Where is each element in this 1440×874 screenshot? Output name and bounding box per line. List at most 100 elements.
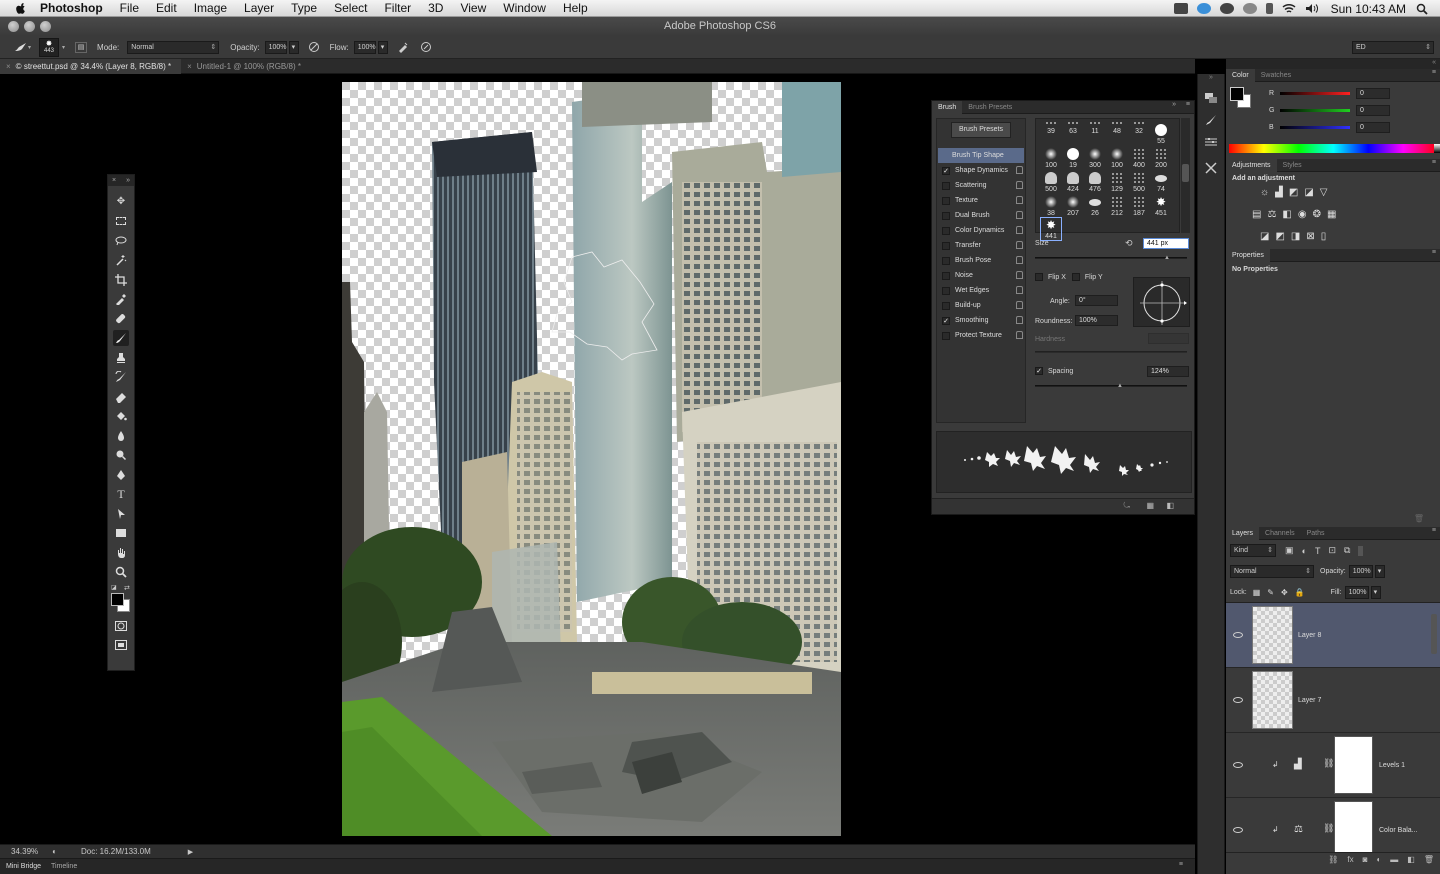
layer-style-icon[interactable]: fx — [1347, 855, 1353, 864]
brush-tip[interactable]: 26 — [1084, 193, 1106, 217]
menubar-clock[interactable]: Sun 10:43 AM — [1331, 2, 1406, 16]
spacing-slider-thumb[interactable]: ▲ — [1117, 383, 1123, 389]
layer-row-layer-7[interactable]: Layer 7 — [1226, 668, 1440, 733]
path-selection-tool-icon[interactable] — [113, 506, 129, 522]
status-menu-arrow[interactable]: ▶ — [188, 848, 193, 856]
airbrush-icon[interactable] — [396, 40, 410, 54]
document-canvas[interactable] — [342, 82, 841, 836]
lock-icon[interactable] — [1016, 211, 1023, 219]
color-balance-icon[interactable]: ⚖ — [1267, 209, 1276, 220]
link-layers-icon[interactable]: ⛓ — [1328, 855, 1338, 864]
adjust-panel-icon[interactable] — [1202, 134, 1220, 150]
filter-adjust-icon[interactable]: ◐ — [1302, 546, 1307, 556]
brush-option-transfer[interactable]: Transfer — [937, 238, 1025, 253]
lock-image-icon[interactable]: ✎ — [1267, 588, 1274, 597]
brush-tool-preset-icon[interactable] — [14, 40, 28, 54]
window-close-button[interactable] — [8, 21, 19, 32]
option-checkbox[interactable] — [942, 226, 950, 235]
delete-layer-icon[interactable]: 🗑 — [1424, 855, 1434, 864]
lock-icon[interactable] — [1016, 316, 1023, 324]
spacing-input[interactable]: 124% — [1147, 366, 1189, 377]
lock-transparent-icon[interactable]: ▦ — [1253, 588, 1261, 597]
layer-row-levels-1[interactable]: ↲ ▟ ⛓ Levels 1 — [1226, 733, 1440, 798]
expand-panel-icon[interactable]: » — [126, 175, 130, 186]
pen-tool-icon[interactable] — [113, 467, 129, 483]
flow-input[interactable]: 100% — [353, 40, 376, 54]
adjustments-panel-menu-icon[interactable]: ≡ — [1432, 159, 1436, 166]
color-fg-swatch[interactable] — [1230, 87, 1244, 101]
size-input[interactable]: 441 px — [1143, 238, 1189, 249]
option-checkbox[interactable]: ✓ — [942, 316, 950, 325]
tab-brush[interactable]: Brush — [932, 100, 963, 114]
pressure-size-icon[interactable] — [419, 40, 433, 54]
paint-bucket-tool-icon[interactable] — [113, 408, 129, 424]
dock-expand-icon[interactable]: « — [1226, 59, 1440, 69]
menu-edit[interactable]: Edit — [156, 1, 177, 15]
layer-row-color-bala-[interactable]: ↲ ⚖ ⛓ Color Bala... — [1226, 798, 1440, 852]
brush-option-dual-brush[interactable]: Dual Brush — [937, 208, 1025, 223]
type-tool-icon[interactable]: T — [113, 486, 129, 502]
color-panel-menu-icon[interactable]: ≡ — [1432, 69, 1436, 76]
lock-icon[interactable] — [1016, 196, 1023, 204]
brush-tip[interactable]: 63 — [1062, 121, 1084, 135]
toggle-brush-panel-icon[interactable]: ▤ — [75, 41, 88, 53]
option-checkbox[interactable] — [942, 271, 950, 280]
marquee-tool-icon[interactable] — [113, 213, 129, 229]
new-adjustment-icon[interactable]: ◐ — [1376, 855, 1381, 864]
spotlight-search-icon[interactable] — [1416, 3, 1428, 15]
new-group-icon[interactable]: ▬ — [1390, 855, 1398, 864]
option-checkbox[interactable]: ✓ — [942, 166, 950, 175]
menu-window[interactable]: Window — [503, 1, 546, 15]
brush-tip[interactable]: 100 — [1106, 145, 1128, 169]
channel-slider[interactable] — [1280, 126, 1350, 129]
lock-icon[interactable] — [1016, 301, 1023, 309]
brush-option-wet-edges[interactable]: Wet Edges — [937, 283, 1025, 298]
visibility-eye-icon[interactable] — [1233, 697, 1243, 703]
tools-panel-header[interactable]: ×» — [108, 175, 134, 186]
tab-layers[interactable]: Layers — [1226, 526, 1260, 540]
filter-toggle[interactable] — [1358, 545, 1364, 556]
screen-mode-icon[interactable] — [113, 637, 129, 653]
color-spectrum-bar[interactable] — [1229, 144, 1440, 153]
lasso-tool-icon[interactable] — [113, 233, 129, 249]
lock-icon[interactable] — [1016, 331, 1023, 339]
channel-value[interactable]: 0 — [1356, 88, 1390, 99]
menu-file[interactable]: File — [120, 1, 139, 15]
layer-name[interactable]: Color Bala... — [1379, 827, 1418, 834]
window-minimize-button[interactable] — [24, 21, 35, 32]
tab-mini-bridge[interactable]: Mini Bridge — [6, 863, 41, 870]
filter-pixel-icon[interactable]: ▣ — [1285, 545, 1294, 556]
brush-tip[interactable]: 207 — [1062, 193, 1084, 217]
brush-panel-icon[interactable] — [1202, 112, 1220, 128]
channel-mixer-icon[interactable]: ❂ — [1313, 209, 1321, 220]
apple-icon[interactable] — [14, 1, 28, 15]
spacing-checkbox[interactable]: ✓ — [1035, 367, 1043, 375]
layer-row-layer-8[interactable]: Layer 8 — [1226, 603, 1440, 668]
lock-icon[interactable] — [1016, 181, 1023, 189]
mask-link-icon[interactable]: ⛓ — [1323, 758, 1334, 769]
create-new-brush-icon[interactable]: ◧ — [1166, 501, 1174, 510]
screen-record-icon[interactable] — [1173, 3, 1188, 14]
status-options-icon[interactable]: ◐ — [52, 847, 57, 856]
tab-adjustments[interactable]: Adjustments — [1226, 158, 1277, 172]
lock-icon[interactable] — [1016, 286, 1023, 294]
option-checkbox[interactable] — [942, 211, 950, 220]
status-icon[interactable] — [1219, 3, 1234, 14]
selective-color-icon[interactable]: ⊠ — [1306, 231, 1314, 242]
layer-opacity-slider-button[interactable]: ▾ — [1374, 565, 1385, 578]
workspace-switcher[interactable]: ED ⇕ — [1352, 41, 1434, 54]
levels-icon[interactable]: ▟ — [1275, 187, 1283, 198]
brush-option-noise[interactable]: Noise — [937, 268, 1025, 283]
panel-menu-icon[interactable]: ≡ — [1186, 101, 1190, 108]
history-brush-tool-icon[interactable] — [113, 369, 129, 385]
option-checkbox[interactable] — [942, 286, 950, 295]
default-colors-icon[interactable]: ◪ — [111, 584, 117, 591]
tip-grid-scrollbar[interactable] — [1181, 118, 1190, 233]
brush-option-protect-texture[interactable]: Protect Texture — [937, 328, 1025, 343]
swap-colors-icon[interactable]: ⇄ — [124, 584, 130, 592]
blur-tool-icon[interactable] — [113, 428, 129, 444]
curves-icon[interactable]: ◩ — [1289, 187, 1298, 198]
add-mask-icon[interactable]: ◙ — [1363, 855, 1368, 864]
quick-mask-icon[interactable] — [113, 618, 129, 634]
brush-tip[interactable]: ✸ 451 — [1150, 193, 1172, 217]
